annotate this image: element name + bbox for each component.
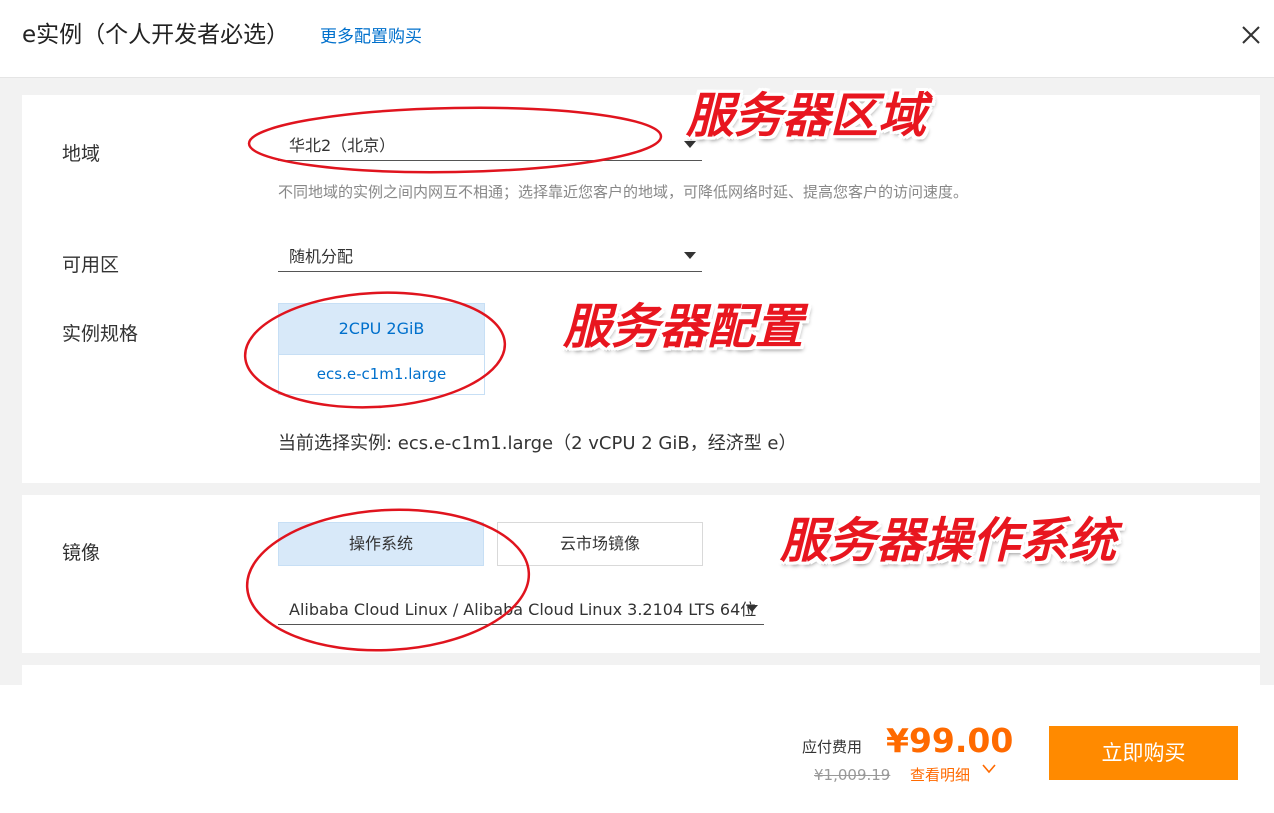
instance-spec-size: 2CPU 2GiB (279, 304, 484, 354)
annotation-config: 服务器配置 (563, 299, 804, 355)
dialog-header: e实例（个人开发者必选） 更多配置购买 (0, 0, 1274, 78)
buy-now-button[interactable]: 立即购买 (1049, 726, 1238, 780)
current-instance-text: 当前选择实例: ecs.e-c1m1.large（2 vCPU 2 GiB，经济… (278, 433, 797, 454)
image-label: 镜像 (62, 542, 101, 564)
next-panel (22, 665, 1260, 685)
config-panel: 地域 华北2（北京） 不同地域的实例之间内网互不相通；选择靠近您客户的地域，可降… (22, 95, 1260, 483)
fee-label: 应付费用 (802, 738, 863, 756)
annotation-os: 服务器操作系统 (780, 513, 1117, 569)
zone-select[interactable]: 随机分配 (278, 237, 702, 272)
dialog-title: e实例（个人开发者必选） (22, 22, 290, 48)
instance-spec-card[interactable]: 2CPU 2GiB ecs.e-c1m1.large (278, 303, 485, 395)
instance-spec-label: 实例规格 (62, 323, 139, 345)
zone-value: 随机分配 (289, 247, 354, 266)
order-footer: 应付费用 ¥99.00 ¥1,009.19 查看明细 立即购买 (0, 685, 1274, 813)
chevron-down-icon (684, 252, 696, 259)
region-label: 地域 (62, 143, 101, 165)
chevron-down-icon (746, 605, 758, 612)
os-image-select[interactable]: Alibaba Cloud Linux / Alibaba Cloud Linu… (278, 590, 764, 625)
view-details-link[interactable]: 查看明细 (910, 764, 970, 785)
more-config-link[interactable]: 更多配置购买 (320, 25, 422, 49)
price: ¥99.00 (886, 721, 1014, 760)
instance-spec-type: ecs.e-c1m1.large (279, 354, 484, 395)
annotation-region: 服务器区域 (686, 88, 927, 144)
tab-operating-system[interactable]: 操作系统 (278, 522, 484, 566)
original-price: ¥1,009.19 (814, 766, 891, 784)
region-hint: 不同地域的实例之间内网互不相通；选择靠近您客户的地域，可降低网络时延、提高您客户… (278, 183, 969, 201)
os-image-value: Alibaba Cloud Linux / Alibaba Cloud Linu… (289, 600, 757, 619)
region-select[interactable]: 华北2（北京） (278, 126, 702, 161)
close-icon[interactable] (1238, 22, 1264, 48)
chevron-down-icon[interactable] (982, 763, 996, 775)
tab-marketplace-image[interactable]: 云市场镜像 (497, 522, 703, 566)
region-value: 华北2（北京） (289, 136, 396, 155)
zone-label: 可用区 (62, 254, 120, 276)
